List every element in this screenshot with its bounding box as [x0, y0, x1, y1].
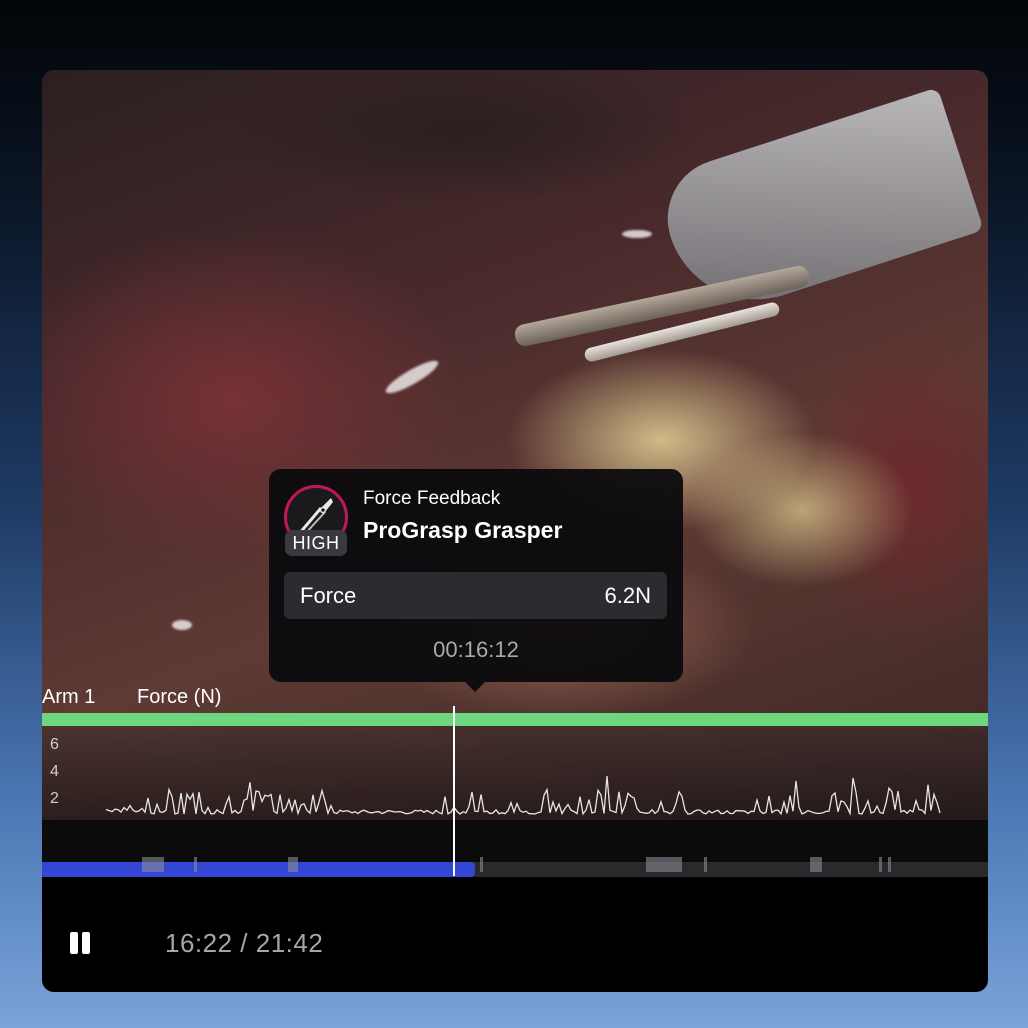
- force-metric-label: Force: [300, 583, 357, 608]
- event-marker[interactable]: [888, 857, 891, 872]
- seek-progress: [42, 862, 475, 877]
- timeline-spacer: [42, 820, 988, 862]
- event-marker[interactable]: [646, 857, 682, 872]
- force-waveform: [105, 775, 941, 816]
- tissue-highlight: [172, 620, 192, 630]
- video-player: HIGH Force Feedback ProGrasp Grasper For…: [42, 70, 988, 992]
- force-feedback-tooltip: HIGH Force Feedback ProGrasp Grasper For…: [269, 469, 683, 692]
- force-status-bar: [42, 713, 988, 726]
- force-level-badge: HIGH: [285, 530, 347, 556]
- playback-time: 16:22 / 21:42: [165, 928, 324, 958]
- tooltip-subtitle: Force Feedback: [363, 488, 501, 509]
- event-marker[interactable]: [810, 857, 822, 872]
- pause-icon: [70, 932, 78, 954]
- event-marker[interactable]: [704, 857, 707, 872]
- event-marker[interactable]: [194, 857, 197, 872]
- playhead[interactable]: [453, 706, 455, 876]
- force-metric-row: Force 6.2N: [284, 572, 667, 619]
- force-graph[interactable]: 6 4 2: [42, 726, 988, 820]
- tissue-highlight: [622, 230, 652, 238]
- force-metric-value: 6.2N: [604, 583, 651, 608]
- event-marker[interactable]: [879, 857, 882, 872]
- arm-label: Arm 1: [42, 686, 96, 708]
- tooltip-title: ProGrasp Grasper: [363, 517, 563, 543]
- tissue-highlight: [382, 355, 442, 399]
- pause-icon: [82, 932, 90, 954]
- event-marker[interactable]: [480, 857, 483, 872]
- pause-button[interactable]: [68, 930, 94, 956]
- tooltip-timestamp: 00:16:12: [433, 637, 519, 662]
- graph-metric-label: Force (N): [137, 686, 222, 708]
- event-marker[interactable]: [142, 857, 164, 872]
- event-marker[interactable]: [288, 857, 298, 872]
